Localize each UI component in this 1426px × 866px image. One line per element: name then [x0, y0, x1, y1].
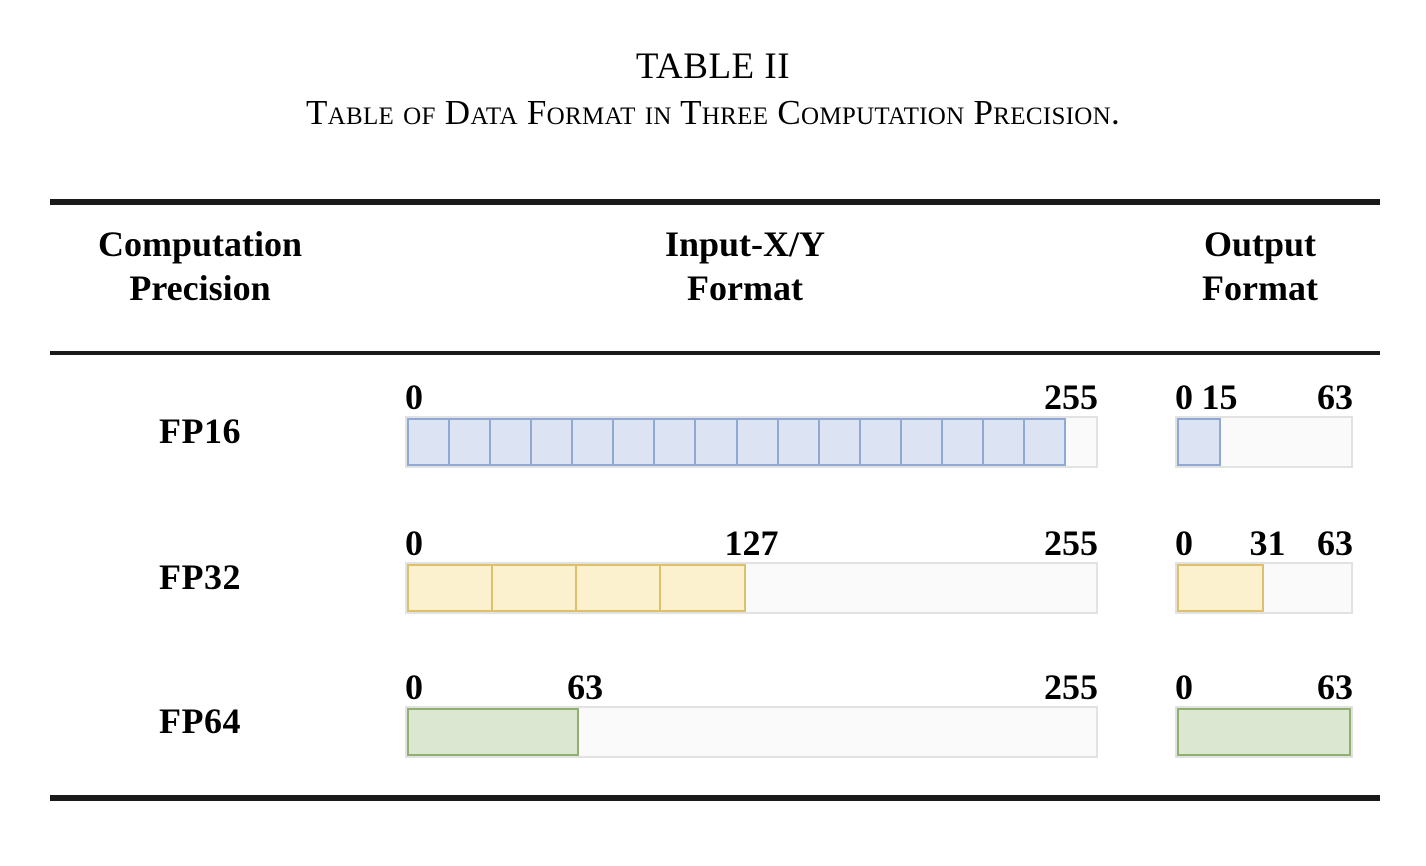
input-tick-mid: 127 [724, 523, 779, 563]
bar-segment [407, 708, 580, 756]
bar-segment [448, 418, 492, 466]
table-header-row: Computation Precision Input-X/Y Format O… [50, 222, 1380, 342]
bar-segment [735, 418, 779, 466]
row-label-precision: FP64 [159, 701, 241, 741]
bar-segment [858, 418, 902, 466]
output-format-bar [1175, 706, 1353, 758]
bar-segment [407, 418, 451, 466]
output-format-bar-group: 0 31 63 [1175, 518, 1353, 614]
bar-segment [1177, 564, 1264, 612]
output-tick-mid: 31 [1249, 523, 1286, 563]
column-header-line1: Input-X/Y [664, 224, 826, 264]
input-tick-row: 0 127 255 [405, 518, 1098, 562]
bar-segment-empty [746, 564, 1091, 612]
column-header-computation-precision: Computation Precision [50, 222, 350, 310]
input-tick-left: 0 [405, 667, 423, 707]
bar-segment [653, 418, 697, 466]
output-tick-row: 0 31 63 [1175, 518, 1353, 562]
input-format-bar [405, 706, 1098, 758]
input-tick-right: 255 [1044, 523, 1098, 563]
column-header-line2: Format [1202, 268, 1318, 308]
row-label-precision: FP16 [159, 411, 241, 451]
input-tick-right: 255 [1044, 377, 1098, 417]
output-tick-right: 63 [1317, 377, 1353, 417]
bar-segment [571, 418, 615, 466]
output-tick-left: 0 [1175, 377, 1193, 417]
column-header-line2: Format [687, 268, 803, 308]
output-format-bar-group: 0 63 [1175, 662, 1353, 758]
bar-segment-empty [579, 708, 1096, 756]
bar-segment [940, 418, 984, 466]
bar-segment [817, 418, 861, 466]
bar-segment [1177, 708, 1351, 756]
bar-segment [899, 418, 943, 466]
input-tick-row: 0 63 255 [405, 662, 1098, 706]
bar-segment [981, 418, 1025, 466]
table-rule-middle [50, 351, 1380, 355]
input-format-bar-group: 0 255 [405, 372, 1098, 468]
input-tick-right: 255 [1044, 667, 1098, 707]
output-tick-left: 0 [1175, 523, 1193, 563]
column-header-line2: Precision [129, 268, 271, 308]
table-rule-top [50, 199, 1380, 205]
input-tick-mid: 63 [567, 667, 604, 707]
bar-segment [776, 418, 820, 466]
output-tick-right: 63 [1317, 667, 1353, 707]
column-header-line1: Computation [97, 224, 303, 264]
output-tick-mid: 15 [1201, 377, 1238, 417]
output-tick-row: 0 15 63 [1175, 372, 1353, 416]
bar-segment [407, 564, 494, 612]
bar-segment-empty [1264, 564, 1351, 612]
output-format-bar [1175, 562, 1353, 614]
input-format-bar-group: 0 63 255 [405, 662, 1098, 758]
table-row: FP32 0 127 255 0 31 63 [50, 518, 1380, 648]
bar-segment [1177, 418, 1221, 466]
row-label-precision: FP32 [159, 557, 241, 597]
bar-segment [491, 564, 578, 612]
input-tick-left: 0 [405, 377, 423, 417]
input-format-bar [405, 562, 1098, 614]
bar-segment [1022, 418, 1066, 466]
table-title: Table of Data Format in Three Computatio… [305, 93, 1121, 132]
bar-segment-empty [1221, 418, 1352, 466]
bar-segment [612, 418, 656, 466]
bar-segment [694, 418, 738, 466]
input-tick-left: 0 [405, 523, 423, 563]
bar-segment [530, 418, 574, 466]
table-rule-bottom [50, 795, 1380, 801]
table-row: FP64 0 63 255 0 63 [50, 662, 1380, 792]
output-format-bar [1175, 416, 1353, 468]
table-row: FP16 0 255 0 15 63 [50, 372, 1380, 502]
input-tick-row: 0 255 [405, 372, 1098, 416]
table-figure: TABLE II Table of Data Format in Three C… [0, 0, 1426, 866]
table-number: TABLE II [635, 46, 791, 87]
output-tick-row: 0 63 [1175, 662, 1353, 706]
output-format-bar-group: 0 15 63 [1175, 372, 1353, 468]
table-caption-block: TABLE II Table of Data Format in Three C… [0, 44, 1426, 136]
column-header-line1: Output [1203, 224, 1317, 264]
bar-segment [489, 418, 533, 466]
column-header-input-format: Input-X/Y Format [350, 222, 1140, 310]
column-header-output-format: Output Format [1140, 222, 1380, 310]
bar-segment [659, 564, 746, 612]
input-format-bar-group: 0 127 255 [405, 518, 1098, 614]
output-tick-right: 63 [1317, 523, 1353, 563]
input-format-bar [405, 416, 1098, 468]
bar-segment [575, 564, 662, 612]
output-tick-left: 0 [1175, 667, 1193, 707]
